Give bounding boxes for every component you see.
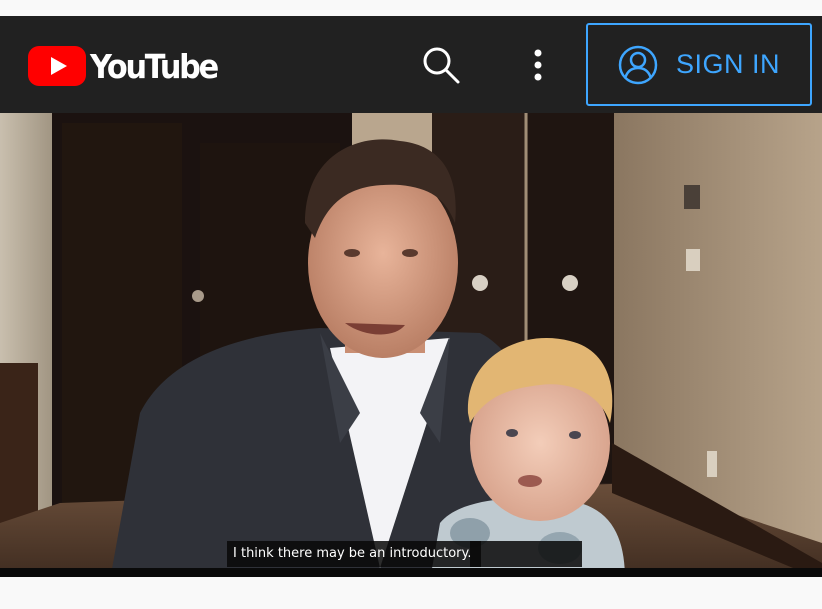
thermostat [684, 185, 700, 209]
account-circle-icon [618, 45, 658, 84]
sign-in-label: SIGN IN [676, 49, 781, 79]
search-button[interactable] [420, 44, 462, 86]
player-bottom-edge [0, 568, 822, 577]
video-frame [0, 113, 822, 580]
more-vert-icon [534, 49, 542, 81]
sign-in-button[interactable]: SIGN IN [586, 23, 812, 106]
door-knob-2 [472, 275, 488, 291]
search-icon [423, 47, 460, 84]
youtube-logo[interactable]: YouTube [28, 46, 228, 86]
caption-background [470, 541, 582, 567]
door-knob-3 [562, 275, 578, 291]
logo-text: YouTube [90, 46, 219, 86]
masthead: YouTube SIGN IN [0, 16, 822, 113]
page-background [0, 577, 822, 609]
light-switch [686, 249, 700, 271]
door-knob-1 [192, 290, 204, 302]
top-band [0, 0, 822, 16]
video-player[interactable]: I think there may be an introductory. [0, 113, 822, 580]
closed-caption: I think there may be an introductory. [227, 541, 482, 567]
youtube-play-icon [28, 46, 86, 86]
more-options-button[interactable] [524, 46, 552, 86]
outlet [707, 451, 717, 477]
